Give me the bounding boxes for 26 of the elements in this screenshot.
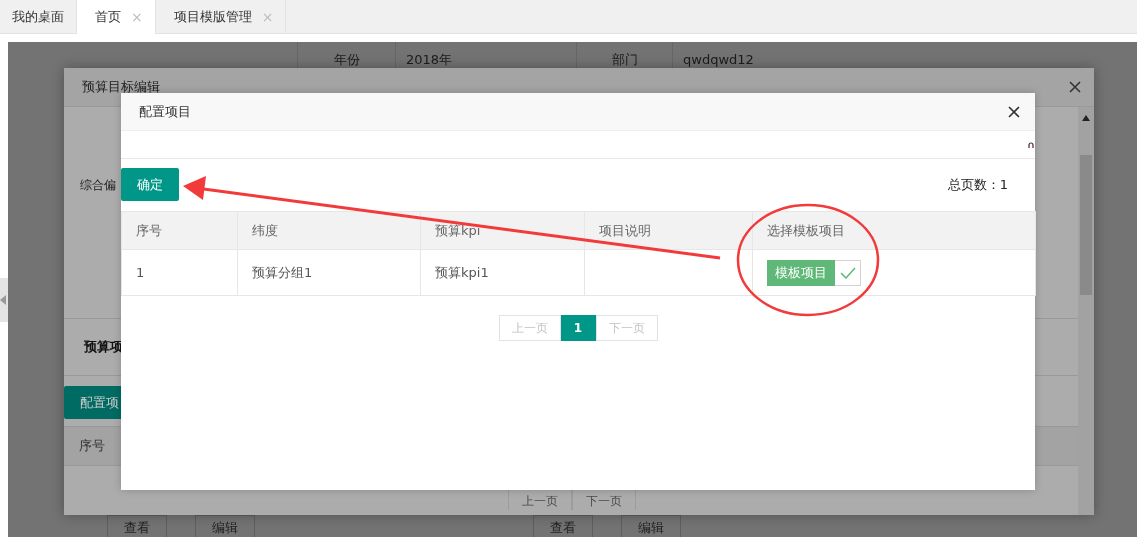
tab[interactable]: 首页 × [77,0,156,34]
tab-close-button[interactable]: × [131,10,143,24]
arc-icon [1028,141,1034,148]
page-button[interactable]: 1 [560,315,596,341]
close-icon [1007,104,1021,119]
scrollbar[interactable] [1078,107,1094,515]
sidebar-toggle[interactable] [0,278,8,322]
close-button[interactable] [1068,80,1082,94]
column-header: 选择模板项目 [752,211,1036,250]
dialog-title: 预算目标编辑 [82,78,160,96]
column-header: 序号 [121,211,238,250]
column-header: 项目说明 [584,211,753,250]
table-cell: 预算分组1 [237,249,421,296]
table-cell: 1 [121,249,238,296]
dialog-title: 配置项目 [139,102,191,121]
table-cell: 预算kpi1 [420,249,585,296]
column-header: 序号 [79,437,105,455]
close-button[interactable] [1007,104,1021,119]
total-pages: 总页数：1 [947,175,1008,194]
field-label: 综合偏 [80,178,116,192]
column-header: 纬度 [237,211,421,250]
column-header: 预算kpi [420,211,585,250]
close-icon [1068,80,1082,94]
scroll-up-icon[interactable] [1082,115,1090,121]
confirm-button[interactable]: 确定 [121,168,179,201]
check-icon [839,266,856,279]
